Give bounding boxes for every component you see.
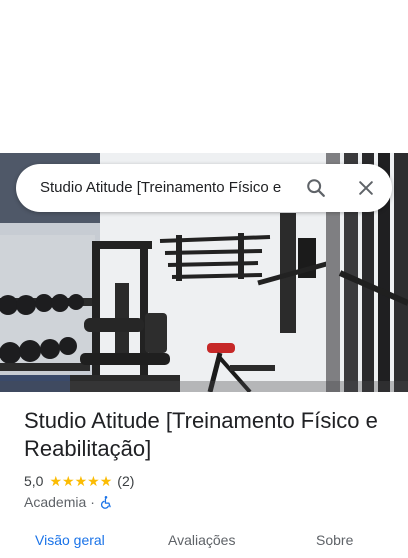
place-tabs: Visão geral Avaliações Sobre [0,528,408,558]
top-blank-area [0,0,408,153]
rating-row[interactable]: 5,0 ★ ★ ★ ★ ★ (2) [24,472,134,490]
search-input[interactable]: Studio Atitude [Treinamento Físico e [40,178,304,200]
category-label: Academia [24,494,87,510]
star-icon: ★ [62,473,75,489]
star-icon: ★ [87,473,100,489]
search-bar[interactable]: Studio Atitude [Treinamento Físico e [16,164,392,212]
review-count[interactable]: (2) [117,473,134,489]
star-icon: ★ [74,473,88,489]
star-icon: ★ [99,473,113,489]
star-icon: ★ [49,473,63,489]
tab-about[interactable]: Sobre [316,532,353,548]
search-icon [307,179,325,197]
category-row: Academia · [24,493,113,511]
separator: · [90,494,95,510]
rating-value: 5,0 [24,473,44,489]
search-button[interactable] [302,174,330,202]
tab-overview[interactable]: Visão geral [35,532,105,548]
close-icon [359,181,373,195]
star-rating: ★ ★ ★ ★ ★ [49,474,112,488]
close-button[interactable] [352,174,380,202]
tab-reviews[interactable]: Avaliações [168,532,235,548]
wheelchair-icon [99,495,113,509]
place-title: Studio Atitude [Treinamento Físico e Rea… [24,408,378,461]
